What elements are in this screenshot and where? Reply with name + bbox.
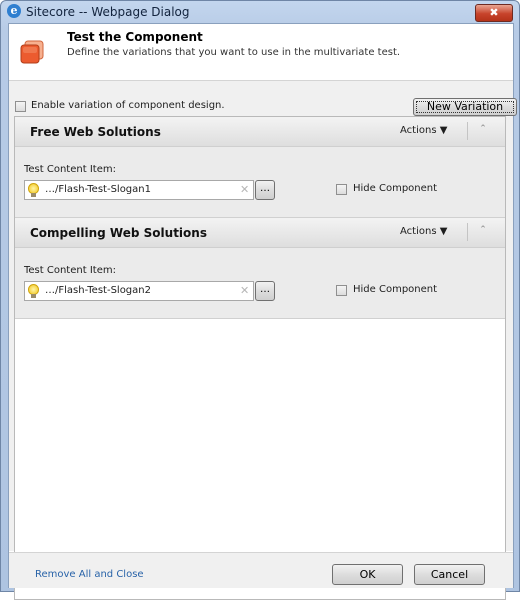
variation-name: Compelling Web Solutions [30,226,207,240]
variation-block: Free Web Solutions Actions ▼ ⌃ Test Cont… [15,117,505,218]
close-button[interactable]: ✖ [475,4,513,22]
test-content-item-field[interactable]: …/Flash-Test-Slogan1 ✕ [24,180,254,200]
header-divider [467,223,468,241]
ok-button[interactable]: OK [332,564,403,585]
clear-icon[interactable]: ✕ [240,284,249,297]
dialog-title: Test the Component [67,30,203,44]
enable-variation-checkbox[interactable] [15,101,26,112]
variation-name: Free Web Solutions [30,125,161,139]
variations-panel: Free Web Solutions Actions ▼ ⌃ Test Cont… [14,116,506,600]
variation-header: Compelling Web Solutions Actions ▼ ⌃ [15,218,505,248]
dialog-footer: Remove All and Close OK Cancel [9,552,513,588]
lightbulb-icon [28,183,39,197]
collapse-chevron-icon[interactable]: ⌃ [475,225,491,239]
dialog-window: e Sitecore -- Webpage Dialog ✖ Test the … [0,0,520,600]
hide-component-label: Hide Component [353,183,438,194]
variation-block: Compelling Web Solutions Actions ▼ ⌃ Tes… [15,218,505,319]
header-divider [467,122,468,140]
actions-menu-button[interactable]: Actions ▼ [400,226,447,237]
clear-icon[interactable]: ✕ [240,183,249,196]
dialog-subtitle: Define the variations that you want to u… [67,47,401,58]
variation-header: Free Web Solutions Actions ▼ ⌃ [15,117,505,147]
cancel-button[interactable]: Cancel [414,564,485,585]
dialog-header: Test the Component Define the variations… [9,24,513,81]
test-content-item-label: Test Content Item: [24,164,116,175]
title-bar: e Sitecore -- Webpage Dialog ✖ [1,1,519,23]
content-item-value: …/Flash-Test-Slogan2 [45,285,151,296]
hide-component-label: Hide Component [353,284,438,295]
top-options-row: Enable variation of component design. Ne… [15,97,517,116]
window-title: Sitecore -- Webpage Dialog [26,5,190,19]
test-content-item-field[interactable]: …/Flash-Test-Slogan2 ✕ [24,281,254,301]
component-cube-icon [19,39,45,65]
browse-button[interactable]: … [255,281,275,301]
dialog-body: Enable variation of component design. Ne… [9,81,517,600]
lightbulb-icon [28,284,39,298]
remove-all-and-close-link[interactable]: Remove All and Close [35,569,144,580]
hide-component-checkbox[interactable] [336,285,347,296]
test-content-item-label: Test Content Item: [24,265,116,276]
content-item-value: …/Flash-Test-Slogan1 [45,184,151,195]
dialog-client-area: Test the Component Define the variations… [8,23,517,600]
browse-button[interactable]: … [255,180,275,200]
enable-variation-label: Enable variation of component design. [31,100,225,111]
actions-menu-button[interactable]: Actions ▼ [400,125,447,136]
new-variation-button[interactable]: New Variation [413,98,517,116]
hide-component-checkbox[interactable] [336,184,347,195]
internet-explorer-icon: e [7,4,21,18]
collapse-chevron-icon[interactable]: ⌃ [475,124,491,138]
